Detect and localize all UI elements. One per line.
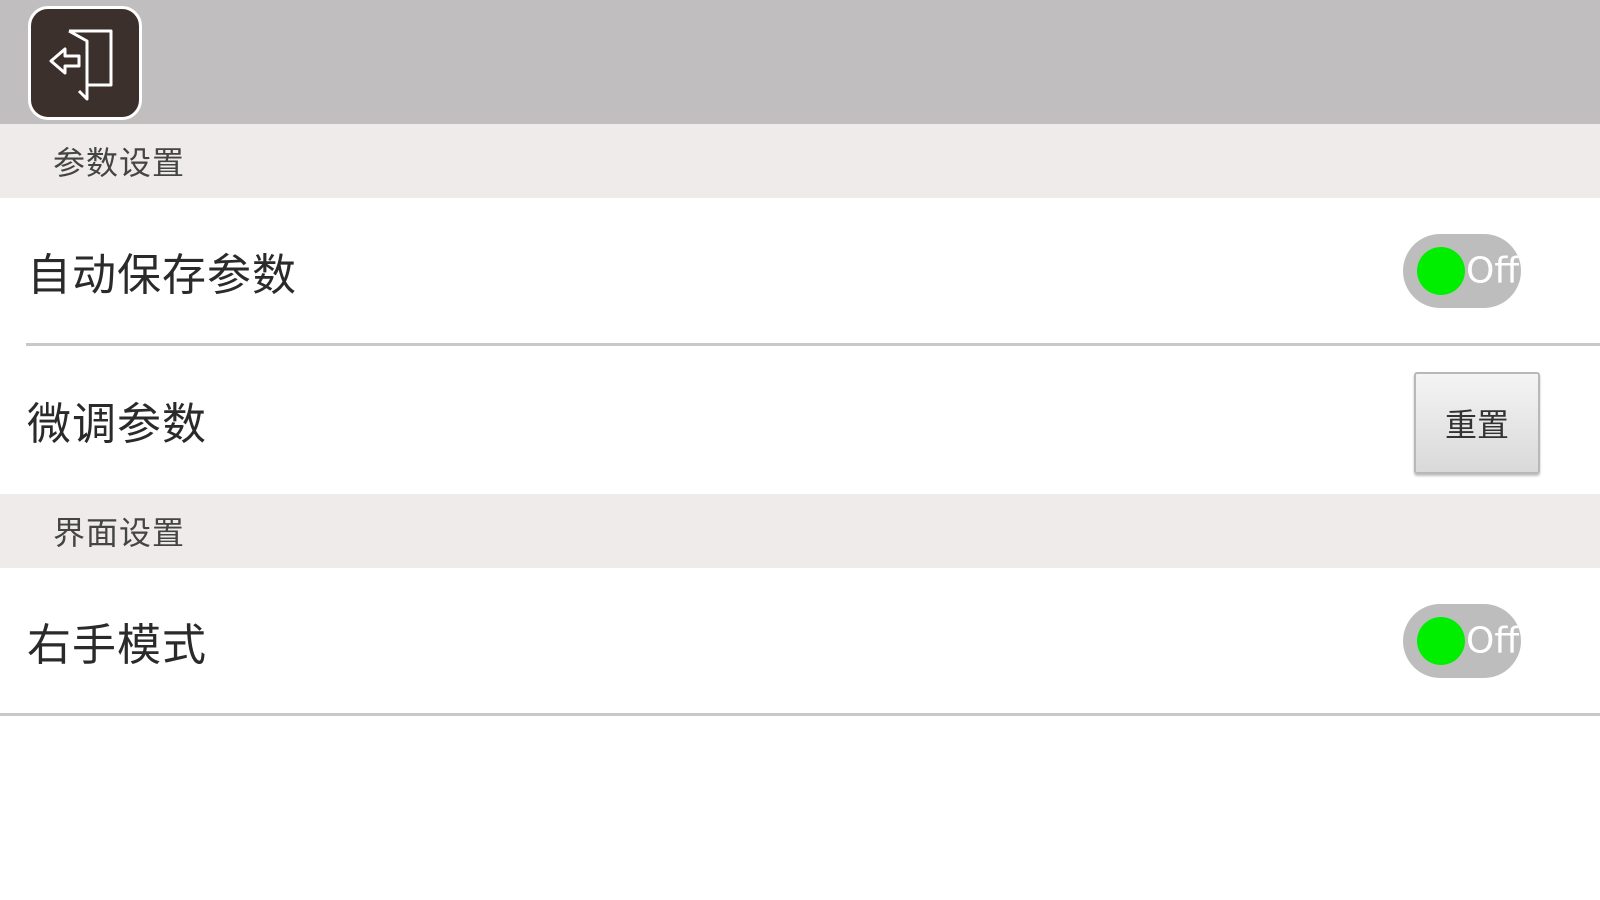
exit-icon xyxy=(49,29,113,101)
section-title: 界面设置 xyxy=(53,514,186,552)
toggle-knob xyxy=(1417,247,1465,295)
row-label: 右手模式 xyxy=(27,620,207,671)
auto-save-toggle[interactable]: Off xyxy=(1403,234,1521,308)
right-hand-mode-toggle[interactable]: Off xyxy=(1403,604,1521,678)
row-right-hand-mode: 右手模式 xyxy=(0,568,1600,714)
row-divider xyxy=(0,713,1600,716)
section-title: 参数设置 xyxy=(53,144,186,182)
section-header-interface: 界面设置 xyxy=(0,494,1600,568)
reset-button[interactable]: 重置 xyxy=(1414,372,1540,474)
toggle-state-label: Off xyxy=(1466,620,1520,662)
exit-button[interactable] xyxy=(28,6,142,120)
row-label: 自动保存参数 xyxy=(27,250,297,301)
toggle-state-label: Off xyxy=(1466,250,1520,292)
toggle-knob xyxy=(1417,617,1465,665)
section-header-parameters: 参数设置 xyxy=(0,124,1600,198)
row-fine-tune-parameters: 微调参数 xyxy=(0,346,1600,494)
top-toolbar xyxy=(0,0,1600,124)
settings-page: 参数设置 自动保存参数 Off 微调参数 重置 界面设置 右手模式 Off xyxy=(0,0,1600,900)
row-auto-save-parameters: 自动保存参数 xyxy=(0,198,1600,344)
row-label: 微调参数 xyxy=(27,399,207,450)
